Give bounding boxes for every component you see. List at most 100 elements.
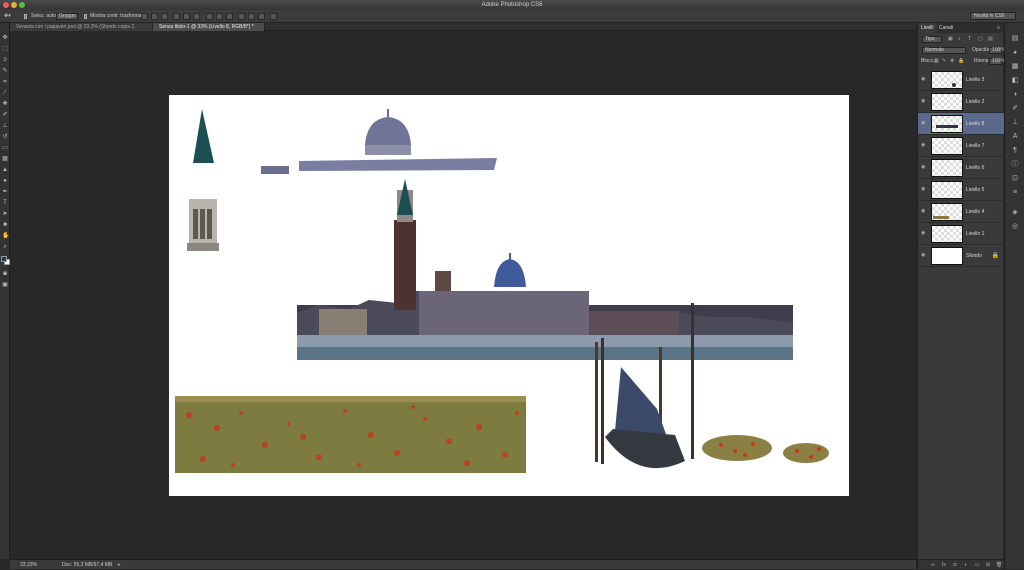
shape-tool-icon[interactable]: ■ [2, 222, 8, 228]
info-panel-icon[interactable]: ⓘ [1011, 161, 1019, 169]
document-canvas[interactable] [169, 95, 849, 496]
filter-type-dropdown[interactable]: Tipo [922, 36, 942, 43]
layer-name[interactable]: Livello 1 [966, 231, 984, 237]
foreground-color-swatch[interactable] [1, 256, 7, 262]
healing-brush-icon[interactable]: ✚ [2, 101, 8, 107]
visibility-eye-icon[interactable]: ◉ [921, 231, 926, 236]
brush-tool-icon[interactable]: ✐ [2, 112, 8, 118]
lock-pixels-icon[interactable]: ✎ [942, 56, 946, 67]
workspace-switcher[interactable]: Novità in CS6 [970, 12, 1016, 20]
character-panel-icon[interactable]: A [1011, 133, 1019, 141]
type-tool-icon[interactable]: T [2, 200, 8, 206]
clone-source-panel-icon[interactable]: ⊥ [1011, 119, 1019, 127]
blend-mode-dropdown[interactable]: Normale [922, 47, 966, 54]
autoselect-dropdown[interactable]: Gruppo [56, 13, 78, 20]
lock-transparency-icon[interactable]: ▦ [934, 56, 939, 67]
align-top-icon[interactable] [141, 13, 148, 20]
filter-shape-icon[interactable]: ▢ [978, 34, 983, 45]
layer-name[interactable]: Livello 3 [966, 77, 984, 83]
layer-row-selected[interactable]: ◉ Livello 8 [918, 113, 1004, 135]
pen-tool-icon[interactable]: ✒ [2, 189, 8, 195]
navigator-panel-icon[interactable]: ⊡ [1011, 175, 1019, 183]
gradient-tool-icon[interactable]: ▦ [2, 156, 8, 162]
blur-tool-icon[interactable]: ▲ [2, 167, 8, 173]
marquee-tool-icon[interactable]: ⬚ [2, 46, 8, 52]
align-hcenter-icon[interactable] [183, 13, 190, 20]
align-right-icon[interactable] [193, 13, 200, 20]
eyedropper-tool-icon[interactable]: ⁄ [2, 90, 8, 96]
layer-row[interactable]: ◉ Livello 4 [918, 201, 1004, 223]
distribute-top-icon[interactable] [206, 13, 213, 20]
new-group-icon[interactable]: ▭ [974, 562, 980, 568]
lock-all-icon[interactable]: 🔒 [958, 56, 964, 67]
filter-type-icon[interactable]: T [968, 34, 971, 45]
quick-mask-icon[interactable]: ◙ [2, 271, 8, 277]
distribute-bottom-icon[interactable] [226, 13, 233, 20]
styles-panel-icon[interactable]: ◧ [1011, 77, 1019, 85]
add-mask-icon[interactable]: ◘ [952, 562, 958, 568]
layer-row[interactable]: ◉ Livello 7 [918, 135, 1004, 157]
move-tool-icon[interactable]: ✥ [2, 35, 8, 41]
layers-panel-icon[interactable]: ◈ [1011, 209, 1019, 217]
layer-row[interactable]: ◉ Livello 5 [918, 179, 1004, 201]
properties-panel-icon[interactable]: ≡ [1011, 189, 1019, 197]
lasso-tool-icon[interactable]: ↄ [2, 57, 8, 63]
distribute-hcenter-icon[interactable] [248, 13, 255, 20]
crop-tool-icon[interactable]: ⌗ [2, 79, 8, 85]
close-window-button[interactable] [3, 2, 9, 8]
visibility-eye-icon[interactable]: ◉ [921, 121, 926, 126]
adjustments-panel-icon[interactable]: ◑ [1011, 91, 1019, 99]
layer-name[interactable]: Livello 5 [966, 187, 984, 193]
layer-name[interactable]: Livello 4 [966, 209, 984, 215]
swatches-panel-icon[interactable]: ▦ [1011, 63, 1019, 71]
align-left-icon[interactable] [173, 13, 180, 20]
layer-row[interactable]: ◉ Sfondo 🔒 [918, 245, 1004, 267]
tab-venezia[interactable]: Venezia con i papaveri.psd @ 33,3% (Sfon… [10, 23, 153, 38]
layer-name[interactable]: Livello 2 [966, 99, 984, 105]
channels-panel-icon[interactable]: ◎ [1011, 223, 1019, 231]
layer-name[interactable]: Sfondo [966, 253, 982, 259]
transform-controls-checkbox[interactable] [84, 14, 87, 19]
auto-align-icon[interactable] [270, 13, 277, 20]
new-layer-icon[interactable]: ⊞ [985, 562, 991, 568]
fill-input[interactable]: 100% [989, 58, 1005, 65]
layer-style-icon[interactable]: fx [941, 562, 947, 568]
layer-row[interactable]: ◉ Livello 6 [918, 157, 1004, 179]
eraser-tool-icon[interactable]: ▭ [2, 145, 8, 151]
minimize-window-button[interactable] [11, 2, 17, 8]
link-layers-icon[interactable]: ∞ [930, 562, 936, 568]
layer-row[interactable]: ◉ Livello 3 [918, 69, 1004, 91]
history-panel-icon[interactable]: ▤ [1011, 35, 1019, 43]
lock-position-icon[interactable]: ✥ [950, 56, 954, 67]
clone-stamp-icon[interactable]: ⊥ [2, 123, 8, 129]
path-select-icon[interactable]: ➤ [2, 211, 8, 217]
history-brush-icon[interactable]: ↺ [2, 134, 8, 140]
paragraph-panel-icon[interactable]: ¶ [1011, 147, 1019, 155]
layer-row[interactable]: ◉ Livello 2 [918, 91, 1004, 113]
align-bottom-icon[interactable] [161, 13, 168, 20]
visibility-eye-icon[interactable]: ◉ [921, 187, 926, 192]
visibility-eye-icon[interactable]: ◉ [921, 165, 926, 170]
visibility-eye-icon[interactable]: ◉ [921, 99, 926, 104]
move-tool-preset-icon[interactable]: ✥▾ [4, 10, 11, 23]
layer-name[interactable]: Livello 6 [966, 165, 984, 171]
quick-select-tool-icon[interactable]: ✎ [2, 68, 8, 74]
dodge-tool-icon[interactable]: ● [2, 178, 8, 184]
visibility-eye-icon[interactable]: ◉ [921, 143, 926, 148]
layer-row[interactable]: ◉ Livello 1 [918, 223, 1004, 245]
opacity-input[interactable]: 100% [989, 47, 1005, 54]
hand-tool-icon[interactable]: ✋ [2, 233, 9, 239]
tab-canali[interactable]: Canali [936, 23, 956, 33]
filter-pixel-icon[interactable]: ▣ [948, 34, 953, 45]
visibility-eye-icon[interactable]: ◉ [921, 209, 926, 214]
zoom-window-button[interactable] [19, 2, 25, 8]
visibility-eye-icon[interactable]: ◉ [921, 253, 926, 258]
delete-layer-icon[interactable]: 🗑 [996, 562, 1002, 568]
screen-mode-icon[interactable]: ▣ [2, 282, 8, 288]
align-vcenter-icon[interactable] [151, 13, 158, 20]
autoselect-checkbox[interactable] [24, 14, 27, 19]
tab-senza-titolo[interactable]: Senza titolo-1 @ 33% (Livello 8, RGB/8*)… [153, 23, 265, 31]
filter-adjustment-icon[interactable]: ◐ [958, 34, 961, 45]
distribute-right-icon[interactable] [258, 13, 265, 20]
color-panel-icon[interactable]: ◕ [1011, 49, 1019, 57]
